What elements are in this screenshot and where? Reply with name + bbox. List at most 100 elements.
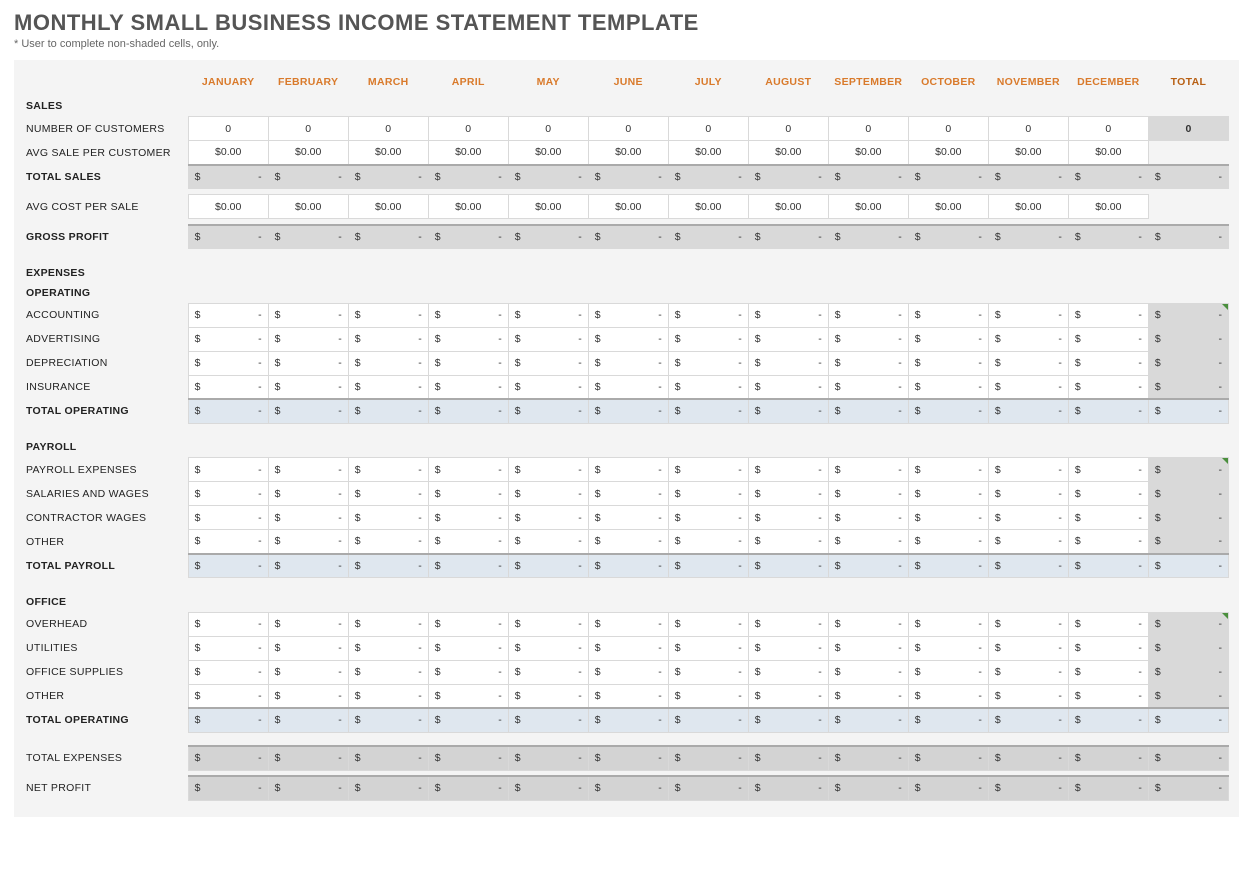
cell-exp-0-3-1[interactable]: $-: [268, 375, 348, 399]
cell-exp-0-2-11[interactable]: $-: [1068, 351, 1148, 375]
cell-exp-2-0-8[interactable]: $-: [828, 612, 908, 636]
cell-exp-2-1-4[interactable]: $-: [508, 636, 588, 660]
cell-avg-cost-3[interactable]: $0.00: [428, 195, 508, 219]
cell-avg-sale-4[interactable]: $0.00: [508, 141, 588, 165]
cell-exp-1-0-3[interactable]: $-: [428, 458, 508, 482]
cell-exp-2-3-8[interactable]: $-: [828, 684, 908, 708]
cell-exp-0-2-2[interactable]: $-: [348, 351, 428, 375]
cell-exp-2-2-6[interactable]: $-: [668, 660, 748, 684]
cell-customers-4[interactable]: 0: [508, 117, 588, 141]
cell-exp-2-3-1[interactable]: $-: [268, 684, 348, 708]
cell-exp-0-1-8[interactable]: $-: [828, 327, 908, 351]
cell-exp-0-1-7[interactable]: $-: [748, 327, 828, 351]
cell-exp-2-3-3[interactable]: $-: [428, 684, 508, 708]
cell-customers-6[interactable]: 0: [668, 117, 748, 141]
cell-exp-2-0-7[interactable]: $-: [748, 612, 828, 636]
cell-exp-0-3-7[interactable]: $-: [748, 375, 828, 399]
cell-exp-2-2-9[interactable]: $-: [908, 660, 988, 684]
cell-exp-2-1-8[interactable]: $-: [828, 636, 908, 660]
cell-exp-0-3-5[interactable]: $-: [588, 375, 668, 399]
cell-exp-0-1-0[interactable]: $-: [188, 327, 268, 351]
cell-customers-8[interactable]: 0: [828, 117, 908, 141]
cell-exp-1-0-4[interactable]: $-: [508, 458, 588, 482]
cell-exp-2-3-2[interactable]: $-: [348, 684, 428, 708]
cell-customers-0[interactable]: 0: [188, 117, 268, 141]
cell-customers-7[interactable]: 0: [748, 117, 828, 141]
cell-exp-1-2-11[interactable]: $-: [1068, 506, 1148, 530]
cell-avg-cost-5[interactable]: $0.00: [588, 195, 668, 219]
cell-exp-0-3-2[interactable]: $-: [348, 375, 428, 399]
cell-exp-0-0-11[interactable]: $-: [1068, 303, 1148, 327]
cell-customers-5[interactable]: 0: [588, 117, 668, 141]
cell-exp-1-2-9[interactable]: $-: [908, 506, 988, 530]
cell-exp-1-2-0[interactable]: $-: [188, 506, 268, 530]
cell-exp-2-1-6[interactable]: $-: [668, 636, 748, 660]
cell-exp-0-1-10[interactable]: $-: [988, 327, 1068, 351]
cell-exp-0-2-6[interactable]: $-: [668, 351, 748, 375]
cell-exp-0-0-3[interactable]: $-: [428, 303, 508, 327]
cell-exp-2-3-10[interactable]: $-: [988, 684, 1068, 708]
cell-customers-11[interactable]: 0: [1068, 117, 1148, 141]
cell-exp-0-3-0[interactable]: $-: [188, 375, 268, 399]
cell-avg-sale-2[interactable]: $0.00: [348, 141, 428, 165]
cell-exp-0-3-9[interactable]: $-: [908, 375, 988, 399]
cell-exp-2-2-3[interactable]: $-: [428, 660, 508, 684]
cell-exp-2-0-1[interactable]: $-: [268, 612, 348, 636]
cell-exp-0-3-4[interactable]: $-: [508, 375, 588, 399]
cell-exp-2-1-7[interactable]: $-: [748, 636, 828, 660]
cell-exp-0-0-9[interactable]: $-: [908, 303, 988, 327]
cell-exp-0-1-1[interactable]: $-: [268, 327, 348, 351]
cell-exp-1-1-6[interactable]: $-: [668, 482, 748, 506]
cell-exp-2-0-4[interactable]: $-: [508, 612, 588, 636]
cell-exp-1-1-7[interactable]: $-: [748, 482, 828, 506]
cell-exp-1-0-1[interactable]: $-: [268, 458, 348, 482]
cell-avg-cost-6[interactable]: $0.00: [668, 195, 748, 219]
cell-exp-1-3-4[interactable]: $-: [508, 530, 588, 554]
cell-exp-0-3-6[interactable]: $-: [668, 375, 748, 399]
cell-avg-cost-9[interactable]: $0.00: [908, 195, 988, 219]
cell-exp-2-0-9[interactable]: $-: [908, 612, 988, 636]
cell-exp-1-0-5[interactable]: $-: [588, 458, 668, 482]
cell-avg-cost-4[interactable]: $0.00: [508, 195, 588, 219]
cell-exp-1-0-11[interactable]: $-: [1068, 458, 1148, 482]
cell-exp-0-2-5[interactable]: $-: [588, 351, 668, 375]
cell-exp-2-0-5[interactable]: $-: [588, 612, 668, 636]
cell-customers-1[interactable]: 0: [268, 117, 348, 141]
cell-exp-0-3-8[interactable]: $-: [828, 375, 908, 399]
cell-exp-1-3-9[interactable]: $-: [908, 530, 988, 554]
cell-exp-1-0-7[interactable]: $-: [748, 458, 828, 482]
cell-exp-0-0-7[interactable]: $-: [748, 303, 828, 327]
cell-exp-2-3-7[interactable]: $-: [748, 684, 828, 708]
cell-avg-cost-10[interactable]: $0.00: [988, 195, 1068, 219]
cell-exp-0-0-5[interactable]: $-: [588, 303, 668, 327]
cell-avg-sale-10[interactable]: $0.00: [988, 141, 1068, 165]
cell-exp-0-2-7[interactable]: $-: [748, 351, 828, 375]
cell-exp-1-0-6[interactable]: $-: [668, 458, 748, 482]
cell-exp-1-1-8[interactable]: $-: [828, 482, 908, 506]
cell-exp-2-2-2[interactable]: $-: [348, 660, 428, 684]
cell-exp-1-3-5[interactable]: $-: [588, 530, 668, 554]
cell-customers-3[interactable]: 0: [428, 117, 508, 141]
cell-exp-0-1-3[interactable]: $-: [428, 327, 508, 351]
cell-avg-sale-7[interactable]: $0.00: [748, 141, 828, 165]
cell-exp-1-3-3[interactable]: $-: [428, 530, 508, 554]
cell-exp-1-1-11[interactable]: $-: [1068, 482, 1148, 506]
cell-exp-0-0-0[interactable]: $-: [188, 303, 268, 327]
cell-exp-0-0-8[interactable]: $-: [828, 303, 908, 327]
cell-avg-sale-6[interactable]: $0.00: [668, 141, 748, 165]
cell-exp-0-1-11[interactable]: $-: [1068, 327, 1148, 351]
cell-exp-1-0-8[interactable]: $-: [828, 458, 908, 482]
cell-avg-cost-8[interactable]: $0.00: [828, 195, 908, 219]
cell-exp-2-0-6[interactable]: $-: [668, 612, 748, 636]
cell-avg-cost-11[interactable]: $0.00: [1068, 195, 1148, 219]
cell-exp-0-1-9[interactable]: $-: [908, 327, 988, 351]
cell-exp-0-2-10[interactable]: $-: [988, 351, 1068, 375]
cell-avg-sale-8[interactable]: $0.00: [828, 141, 908, 165]
cell-avg-sale-11[interactable]: $0.00: [1068, 141, 1148, 165]
cell-customers-10[interactable]: 0: [988, 117, 1068, 141]
cell-exp-1-2-1[interactable]: $-: [268, 506, 348, 530]
cell-exp-1-3-8[interactable]: $-: [828, 530, 908, 554]
cell-exp-0-1-6[interactable]: $-: [668, 327, 748, 351]
cell-exp-2-1-2[interactable]: $-: [348, 636, 428, 660]
cell-exp-2-3-5[interactable]: $-: [588, 684, 668, 708]
